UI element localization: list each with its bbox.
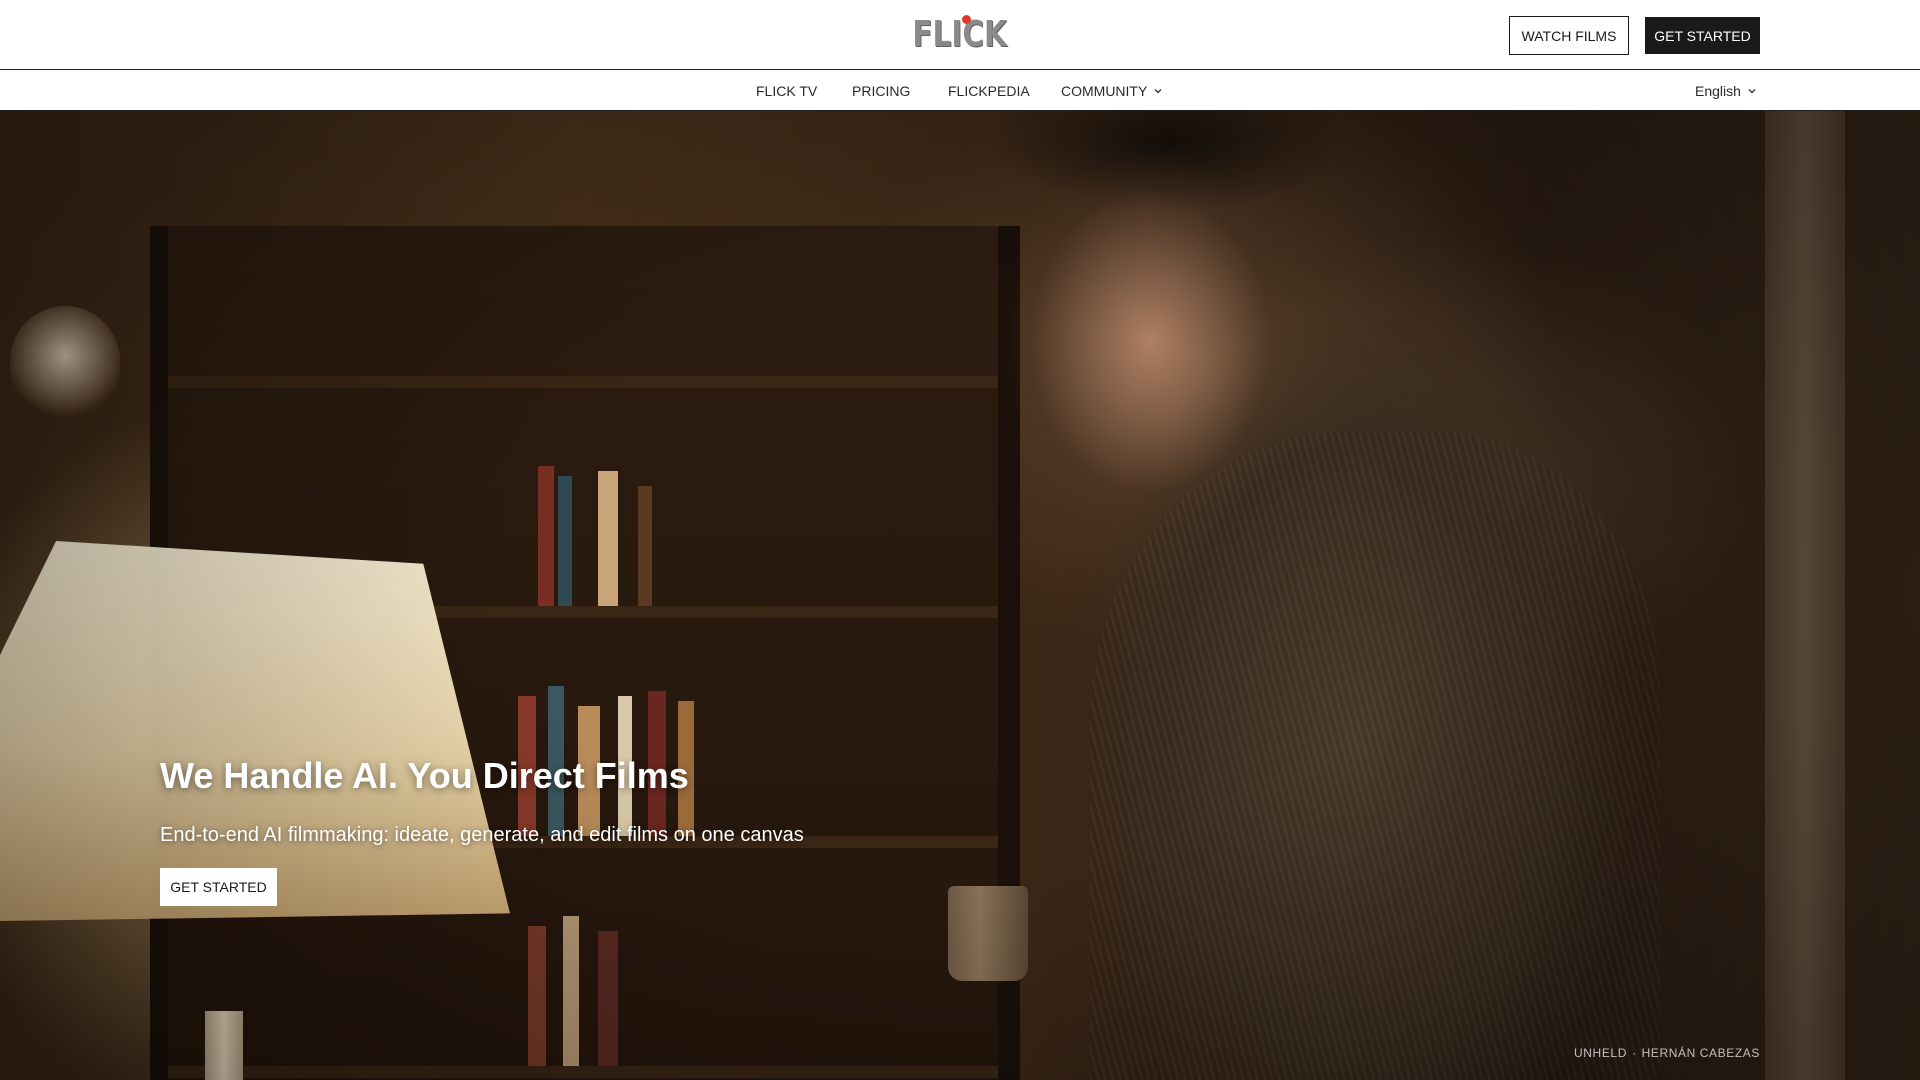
hero-subtitle: End-to-end AI filmmaking: ideate, genera… [160, 824, 804, 846]
get-started-hero-button[interactable]: GET STARTED [160, 868, 277, 906]
watch-films-button[interactable]: WATCH FILMS [1509, 16, 1629, 55]
language-label: English [1695, 83, 1741, 99]
logo-dot [962, 15, 971, 24]
nav-item-flickpedia[interactable]: FLICKPEDIA [948, 71, 1030, 111]
language-selector[interactable]: English [1695, 71, 1757, 111]
film-credit: UNHELD · HERNÁN CABEZAS [1574, 1046, 1760, 1060]
credit-title: UNHELD [1574, 1046, 1627, 1060]
nav-item-pricing[interactable]: PRICING [852, 71, 910, 111]
vignette-overlay [0, 111, 1920, 1080]
credit-separator: · [1631, 1046, 1637, 1060]
flick-logo[interactable]: FLICK [913, 12, 1007, 58]
nav-item-community[interactable]: COMMUNITY [1061, 71, 1163, 111]
chevron-down-icon [1154, 89, 1162, 94]
nav-item-label: PRICING [852, 83, 911, 99]
top-bar: FLICK WATCH FILMS GET STARTED [0, 0, 1920, 70]
nav-item-label: COMMUNITY [1061, 83, 1148, 99]
nav-item-label: FLICKPEDIA [948, 83, 1030, 99]
hero-title: We Handle AI. You Direct Films [160, 755, 689, 796]
credit-author: HERNÁN CABEZAS [1641, 1046, 1760, 1060]
hero-section: We Handle AI. You Direct Films End-to-en… [0, 111, 1920, 1080]
get-started-header-button[interactable]: GET STARTED [1645, 17, 1760, 54]
nav-item-label: FLICK TV [756, 83, 818, 99]
nav-item-flick-tv[interactable]: FLICK TV [756, 71, 817, 111]
chevron-down-icon [1748, 89, 1756, 94]
nav-bar: FLICK TV PRICING FLICKPEDIA COMMUNITY En… [0, 71, 1920, 111]
logo-text: FLICK [912, 14, 1008, 55]
